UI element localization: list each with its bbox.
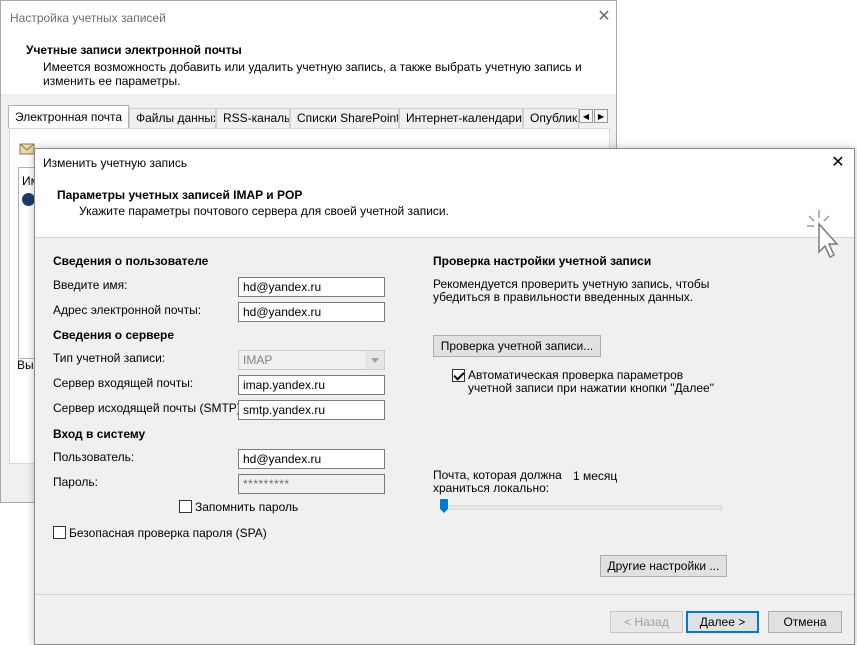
spa-label: Безопасная проверка пароля (SPA) (69, 526, 267, 540)
test-settings-title: Проверка настройки учетной записи (433, 254, 652, 268)
back-close-icon[interactable]: ✕ (593, 7, 615, 27)
offline-slider-track[interactable] (440, 505, 722, 510)
server-info-title: Сведения о сервере (53, 328, 175, 342)
tab-data-files[interactable]: Файлы данных (129, 108, 216, 128)
tab-rss[interactable]: RSS-каналы (216, 108, 290, 128)
back-header-title: Учетные записи электронной почты (26, 43, 242, 57)
auto-test-checkbox[interactable] (452, 369, 465, 382)
name-label: Введите имя: (53, 278, 128, 292)
change-account-dialog: Изменить учетную запись ✕ Параметры учет… (34, 148, 855, 645)
account-type-value: IMAP (243, 353, 273, 367)
remember-password-label: Запомнить пароль (195, 500, 299, 514)
back-header: Учетные записи электронной почты Имеется… (1, 34, 616, 94)
email-input[interactable] (238, 302, 385, 322)
back-button[interactable]: < Назад (610, 611, 683, 633)
back-header-desc: Имеется возможность добавить или удалить… (43, 60, 582, 88)
tab-email[interactable]: Электронная почта (8, 105, 129, 128)
password-input[interactable] (238, 474, 385, 494)
tab-right-icon[interactable]: ▶ (594, 109, 608, 123)
footer-separator (35, 594, 854, 595)
outgoing-server-label: Сервер исходящей почты (SMTP): (53, 401, 245, 415)
user-info-title: Сведения о пользователе (53, 254, 209, 268)
next-button[interactable]: Далее > (686, 611, 759, 633)
password-label: Пароль: (53, 475, 98, 489)
dialog-title: Изменить учетную запись (43, 156, 188, 170)
email-label: Адрес электронной почты: (53, 303, 202, 317)
spa-checkbox[interactable] (53, 526, 66, 539)
outgoing-server-input[interactable] (238, 400, 385, 420)
user-label: Пользователь: (53, 450, 135, 464)
tab-internet-calendars[interactable]: Интернет-календари (399, 108, 523, 128)
offline-slider-thumb[interactable] (440, 499, 448, 513)
incoming-server-input[interactable] (238, 375, 385, 395)
user-input[interactable] (238, 449, 385, 469)
name-input[interactable] (238, 277, 385, 297)
dialog-header-title: Параметры учетных записей IMAP и POP (57, 188, 303, 202)
tab-published-calendars[interactable]: Опубликованные календари (523, 108, 579, 128)
offline-mail-label: Почта, которая должна храниться локально… (433, 468, 562, 495)
test-settings-desc: Рекомендуется проверить учетную запись, … (433, 277, 710, 304)
dialog-close-icon[interactable]: ✕ (827, 153, 849, 173)
tab-sharepoint[interactable]: Списки SharePoint (290, 108, 399, 128)
cursor-click-icon (807, 210, 839, 259)
offline-mail-value: 1 месяц (573, 469, 618, 483)
cancel-button[interactable]: Отмена (768, 611, 842, 633)
remember-password-checkbox[interactable] (179, 500, 192, 513)
logon-title: Вход в систему (53, 427, 146, 441)
account-type-select: IMAP (238, 350, 385, 370)
chevron-down-icon (366, 351, 384, 369)
dialog-header-desc: Укажите параметры почтового сервера для … (79, 204, 449, 218)
auto-test-label: Автоматическая проверка параметров учетн… (468, 368, 714, 395)
account-type-label: Тип учетной записи: (53, 351, 166, 365)
dialog-header: Параметры учетных записей IMAP и POP Ука… (35, 176, 854, 259)
new-account-icon[interactable] (19, 141, 35, 155)
incoming-server-label: Сервер входящей почты: (53, 376, 194, 390)
test-account-button[interactable]: Проверка учетной записи... (433, 335, 601, 357)
tab-left-icon[interactable]: ◀ (579, 109, 593, 123)
back-window-title: Настройка учетных записей (10, 11, 166, 25)
more-settings-button[interactable]: Другие настройки ... (600, 555, 727, 577)
